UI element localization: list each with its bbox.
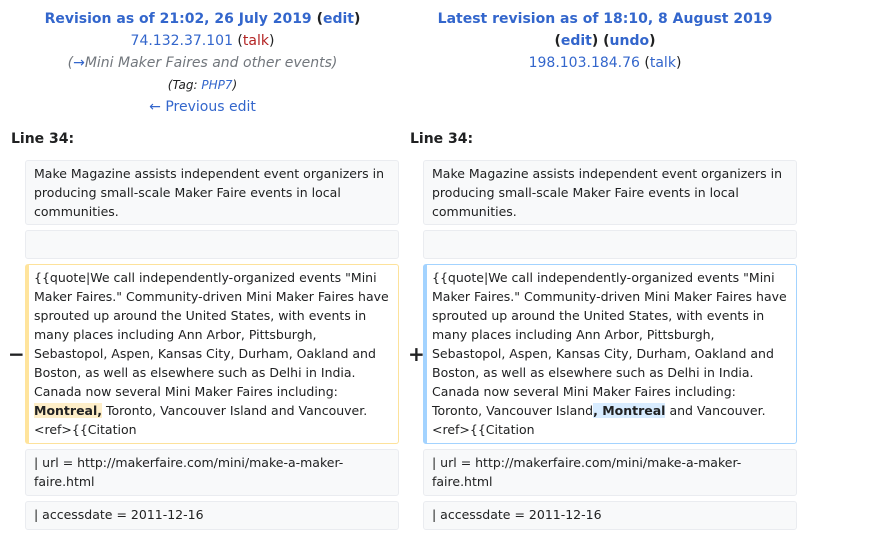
removed-word-highlight: Montreal,	[34, 403, 103, 418]
added-word-highlight: , Montreal	[593, 403, 666, 418]
previous-edit-link[interactable]: ← Previous edit	[149, 99, 256, 115]
removed-text-before: {{quote|We call independently-organized …	[34, 270, 389, 399]
new-revision-link[interactable]: Latest revision as of 18:10, 8 August 20…	[438, 11, 773, 27]
old-line-number: Line 34:	[11, 131, 75, 147]
new-revision-user-link[interactable]: 198.103.184.76	[529, 55, 640, 71]
new-context-accessdate-line: | accessdate = 2011-12-16	[423, 501, 797, 530]
added-line-marker: +	[408, 342, 425, 366]
old-context-accessdate-line: | accessdate = 2011-12-16	[25, 501, 399, 530]
undo-link[interactable]: undo	[610, 33, 650, 49]
new-revision-header: Latest revision as of 18:10, 8 August 20…	[405, 8, 805, 74]
previous-edit-row: ← Previous edit	[0, 96, 405, 118]
old-revision-user-link[interactable]: 74.132.37.101	[131, 33, 233, 49]
old-revision-edit-link[interactable]: edit	[323, 11, 354, 27]
removed-line-marker: −	[8, 342, 25, 366]
edit-summary-text: Mini Maker Faires and other events	[84, 55, 332, 71]
tag-php7-link[interactable]: PHP7	[201, 78, 232, 92]
old-revision-link[interactable]: Revision as of 21:02, 26 July 2019	[45, 11, 312, 27]
old-empty-context-line	[25, 230, 399, 259]
old-revision-edit-summary: (→Mini Maker Faires and other events)	[67, 55, 338, 71]
removed-line: {{quote|We call independently-organized …	[25, 264, 399, 444]
tag-label: Tag:	[172, 78, 198, 92]
new-revision-column: Latest revision as of 18:10, 8 August 20…	[405, 0, 805, 74]
new-revision-actions: (edit) (undo)	[554, 33, 656, 49]
old-revision-talk-link[interactable]: talk	[243, 33, 269, 49]
new-revision-title: Latest revision as of 18:10, 8 August 20…	[405, 8, 805, 30]
added-line: {{quote|We call independently-organized …	[423, 264, 797, 444]
old-revision-user: 74.132.37.101 (talk)	[130, 33, 275, 49]
added-text-before: {{quote|We call independently-organized …	[432, 270, 787, 418]
old-context-url-line: | url = http://makerfaire.com/mini/make-…	[25, 449, 399, 496]
new-revision-talk-link[interactable]: talk	[650, 55, 676, 71]
new-revision-edit-link[interactable]: edit	[561, 33, 592, 49]
new-empty-context-line	[423, 230, 797, 259]
section-arrow-link[interactable]: →	[73, 55, 85, 71]
new-revision-user: 198.103.184.76 (talk)	[528, 55, 682, 71]
new-context-line: Make Magazine assists independent event …	[423, 160, 797, 225]
old-context-line: Make Magazine assists independent event …	[25, 160, 399, 225]
old-revision-tags: (Tag: PHP7)	[167, 78, 238, 92]
old-revision-header: Revision as of 21:02, 26 July 2019 (edit…	[0, 8, 405, 118]
new-context-url-line: | url = http://makerfaire.com/mini/make-…	[423, 449, 797, 496]
old-revision-column: Revision as of 21:02, 26 July 2019 (edit…	[0, 0, 405, 118]
new-line-number: Line 34:	[410, 131, 474, 147]
old-revision-title: Revision as of 21:02, 26 July 2019 (edit…	[44, 11, 361, 27]
